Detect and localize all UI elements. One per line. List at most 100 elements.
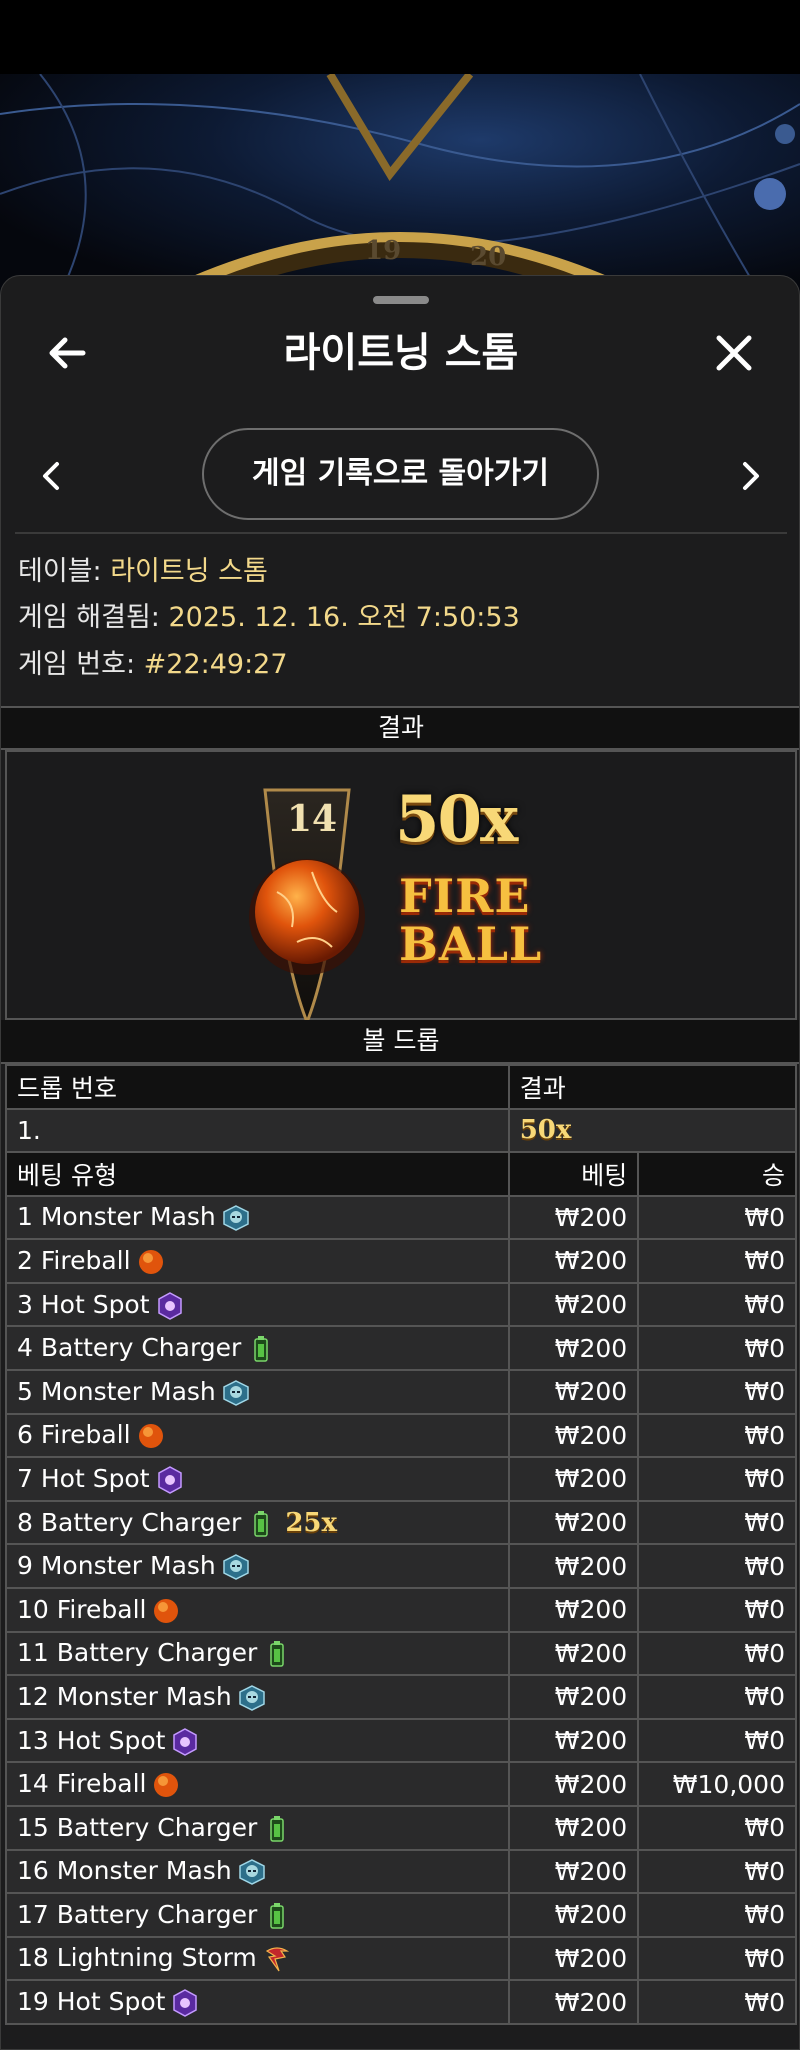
- table-row: 13 Hot Spot ₩200 ₩0: [5, 1717, 797, 1764]
- win-amount: ₩0: [637, 1194, 797, 1241]
- table-row: 16 Monster Mash ₩200 ₩0: [5, 1848, 797, 1895]
- battery-icon: [247, 1335, 275, 1363]
- bet-type-cell: 15 Battery Charger: [5, 1804, 510, 1851]
- divider: [15, 532, 787, 534]
- bet-type-label: 2 Fireball: [17, 1245, 131, 1275]
- next-game-chevron-icon[interactable]: [735, 456, 765, 496]
- table-row: 3 Hot Spot ₩200 ₩0: [5, 1281, 797, 1328]
- drop-result: 50x: [519, 1115, 572, 1146]
- status-bar: [0, 0, 800, 74]
- bet-type-cell: 1 Monster Mash: [5, 1194, 510, 1241]
- table-row: 11 Battery Charger ₩200 ₩0: [5, 1630, 797, 1677]
- bet-type-label: 7 Hot Spot: [17, 1463, 150, 1493]
- bet-type-label: 16 Monster Mash: [17, 1856, 232, 1886]
- win-amount: ₩0: [637, 1979, 797, 2025]
- bet-type-cell: 7 Hot Spot: [5, 1456, 510, 1502]
- bet-amount: ₩200: [507, 1368, 640, 1415]
- win-amount: ₩0: [637, 1892, 797, 1938]
- battery-icon: [263, 1902, 291, 1930]
- bet-type-cell: 18 Lightning Storm: [5, 1935, 510, 1982]
- bet-type-cell: 8 Battery Charger 25x: [5, 1499, 510, 1546]
- bet-amount: ₩200: [507, 1543, 640, 1589]
- win-amount: ₩0: [637, 1717, 797, 1764]
- bet-type-header: 베팅 유형: [5, 1151, 510, 1197]
- slot-number: 14: [286, 798, 338, 840]
- bet-type-cell: 17 Battery Charger: [5, 1892, 510, 1938]
- table-row: 9 Monster Mash ₩200 ₩0: [5, 1543, 797, 1589]
- bet-type-label: 13 Hot Spot: [17, 1725, 166, 1755]
- bet-amount: ₩200: [507, 1717, 640, 1764]
- bet-type-label: 9 Monster Mash: [17, 1551, 216, 1581]
- bet-amount-header: 베팅: [507, 1151, 640, 1197]
- drop-result-cell: 50x: [507, 1107, 798, 1154]
- bet-type-label: 12 Monster Mash: [17, 1681, 232, 1711]
- table-row: 4 Battery Charger ₩200 ₩0: [5, 1325, 797, 1371]
- monster-icon: [222, 1553, 250, 1581]
- bet-amount: ₩200: [507, 1804, 640, 1851]
- win-header: 승: [637, 1151, 797, 1197]
- monster-icon: [222, 1379, 250, 1407]
- bet-type-label: 8 Battery Charger: [17, 1507, 242, 1537]
- bet-type-cell: 6 Fireball: [5, 1412, 510, 1459]
- bet-type-cell: 13 Hot Spot: [5, 1717, 510, 1764]
- table-row: 1 Monster Mash ₩200 ₩0: [5, 1194, 797, 1241]
- back-to-history-button[interactable]: 게임 기록으로 돌아가기: [202, 428, 599, 520]
- table-row: 18 Lightning Storm ₩200 ₩0: [5, 1935, 797, 1982]
- result-section-title: 결과: [1, 706, 799, 750]
- bet-type-label: 6 Fireball: [17, 1420, 131, 1450]
- bet-amount: ₩200: [507, 1935, 640, 1982]
- win-amount: ₩0: [637, 1499, 797, 1546]
- bet-amount: ₩200: [507, 1892, 640, 1938]
- monster-icon: [238, 1858, 266, 1886]
- previous-game-chevron-icon[interactable]: [37, 456, 67, 496]
- hot-spot-icon: [171, 1989, 199, 2017]
- fireball-icon: [152, 1597, 180, 1625]
- bet-amount: ₩200: [507, 1848, 640, 1895]
- bet-type-cell: 3 Hot Spot: [5, 1281, 510, 1328]
- bet-type-label: 11 Battery Charger: [17, 1638, 258, 1668]
- fire-word: FIRE: [399, 869, 531, 923]
- table-value: 라이트닝 스톰: [110, 556, 268, 587]
- bet-amount: ₩200: [507, 1586, 640, 1633]
- win-amount: ₩0: [637, 1630, 797, 1677]
- table-row: 6 Fireball ₩200 ₩0: [5, 1412, 797, 1459]
- drop-result-header: 결과: [507, 1064, 798, 1110]
- bet-type-label: 15 Battery Charger: [17, 1812, 258, 1842]
- bet-amount: ₩200: [507, 1281, 640, 1328]
- close-icon[interactable]: [709, 328, 759, 378]
- wheel-number: 19: [365, 236, 402, 266]
- table-label: 테이블:: [18, 556, 102, 587]
- table-row: 19 Hot Spot ₩200 ₩0: [5, 1979, 797, 2025]
- win-amount: ₩0: [637, 1586, 797, 1633]
- bet-amount: ₩200: [507, 1979, 640, 2025]
- bet-type-label: 5 Monster Mash: [17, 1376, 216, 1406]
- ball-drop-table: 드롭 번호 결과 1. 50x: [5, 1064, 798, 1154]
- bet-type-cell: 12 Monster Mash: [5, 1674, 510, 1720]
- bet-type-cell: 11 Battery Charger: [5, 1630, 510, 1677]
- resolved-value: 2025. 12. 16. 오전 7:50:53: [168, 602, 520, 633]
- table-row: 2 Fireball ₩200 ₩0: [5, 1238, 797, 1284]
- table-row: 8 Battery Charger 25x ₩200 ₩0: [5, 1499, 797, 1546]
- fireball-icon: [137, 1248, 165, 1276]
- ball-drop-section-title: 볼 드롭: [1, 1020, 799, 1064]
- bet-type-cell: 10 Fireball: [5, 1586, 510, 1633]
- bet-type-label: 10 Fireball: [17, 1594, 147, 1624]
- battery-icon: [263, 1640, 291, 1668]
- drag-handle[interactable]: [373, 296, 429, 304]
- bet-type-cell: 19 Hot Spot: [5, 1979, 510, 2025]
- monster-icon: [222, 1204, 250, 1232]
- drop-number-header: 드롭 번호: [5, 1064, 510, 1110]
- game-background: 19 20: [0, 74, 800, 294]
- hot-spot-icon: [156, 1291, 184, 1320]
- result-display: 14 50x FIRE BALL: [5, 750, 797, 1022]
- bet-amount: ₩200: [507, 1325, 640, 1371]
- bet-amount: ₩200: [507, 1456, 640, 1502]
- win-amount: ₩0: [637, 1935, 797, 1982]
- win-amount: ₩0: [637, 1543, 797, 1589]
- table-row: 10 Fireball ₩200 ₩0: [5, 1586, 797, 1633]
- hot-spot-icon: [171, 1727, 199, 1756]
- hot-spot-icon: [156, 1466, 184, 1494]
- bet-amount: ₩200: [507, 1674, 640, 1720]
- drop-number: 1.: [5, 1107, 510, 1154]
- win-amount: ₩0: [637, 1456, 797, 1502]
